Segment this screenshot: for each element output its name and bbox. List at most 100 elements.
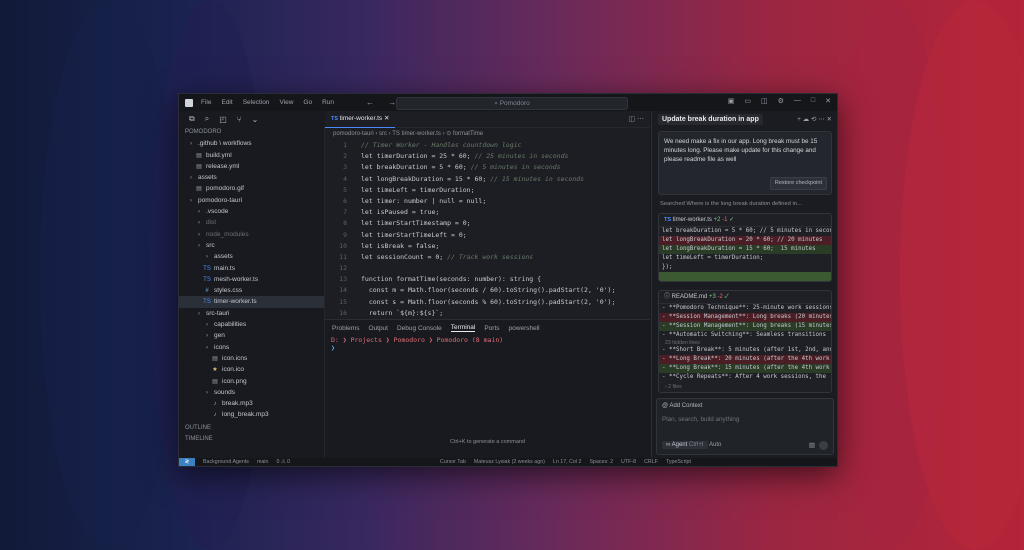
tree-item[interactable]: › .github \ workflows [179, 138, 324, 149]
timeline-section[interactable]: TIMELINE [179, 434, 324, 445]
agent-mode-shortcut: Ctrl+I [688, 442, 704, 448]
file-explorer: POMODORO › .github \ workflows ▤ build.yml ▤… [179, 127, 325, 458]
tree-item[interactable]: › assets [179, 172, 324, 183]
files-summary[interactable]: › 2 files [659, 382, 831, 392]
remote-icon[interactable]: ≷ [179, 458, 195, 466]
status-item[interactable]: Background Agents [203, 459, 249, 465]
close-icon[interactable]: ✕ [384, 115, 389, 122]
settings-icon[interactable]: ⚙ [778, 97, 784, 105]
close-icon[interactable]: ✕ [825, 97, 831, 105]
menu-run[interactable]: Run [322, 99, 334, 106]
tree-item[interactable]: ▤ pomodoro.gif [179, 183, 324, 194]
send-button[interactable] [819, 441, 828, 450]
panel-tab-problems[interactable]: Problems [332, 325, 359, 332]
panel-tab-ports[interactable]: Ports [484, 325, 499, 332]
folder-icon: › [198, 310, 200, 317]
tree-item[interactable]: › src-tauri [179, 308, 324, 319]
tab-timer-worker[interactable]: TS timer-worker.ts ✕ [325, 110, 396, 128]
tree-item[interactable]: TS mesh-worker.ts [179, 274, 324, 285]
line-number: 15 [339, 297, 347, 306]
tree-item[interactable]: › dist [179, 217, 324, 228]
tree-item[interactable]: # styles.css [179, 285, 324, 296]
bottom-panel: Problems Output Debug Console Terminal Ports… [325, 319, 650, 459]
tree-item[interactable]: › assets [179, 251, 324, 262]
panel-toggle-icon[interactable]: ▭ [744, 97, 751, 105]
agent-mode-select[interactable]: ∞ Agent Ctrl+I [662, 441, 708, 449]
diff-file-name: timer-worker.ts [672, 217, 712, 223]
editor-actions[interactable]: ◫ ⋯ [628, 115, 644, 123]
restore-checkpoint-button[interactable]: Restore checkpoint [769, 177, 827, 190]
layout-icon[interactable]: ▣ [728, 97, 735, 105]
code-area[interactable]: 1 // Timer Worker - Handles countdown log… [325, 140, 650, 341]
agent-actions[interactable]: + ☁ ⟲ ⋯ ✕ [797, 115, 832, 123]
menu-selection[interactable]: Selection [243, 99, 270, 106]
tree-item[interactable]: › capabilities [179, 319, 324, 330]
status-item[interactable]: 0 ⚠ 0 [276, 459, 290, 465]
minimize-icon[interactable]: — [794, 97, 801, 105]
panel-tab-powershell[interactable]: powershell [509, 325, 540, 332]
source-control-icon[interactable]: ⑂ [237, 115, 242, 124]
panel-tabs: Problems Output Debug Console Terminal Ports… [325, 320, 650, 336]
tree-item[interactable]: ♪ break.mp3 [179, 398, 324, 409]
code-editor: TS timer-worker.ts ✕ ◫ ⋯ pomodoro-tauri … [325, 110, 650, 339]
panel-tab-output[interactable]: Output [368, 325, 388, 332]
outline-section[interactable]: OUTLINE [179, 423, 324, 434]
tree-item-label: .github \ workflows [198, 140, 252, 148]
chat-input[interactable]: Plan, search, build anything [662, 416, 739, 423]
maximize-icon[interactable]: □ [811, 97, 815, 105]
explorer-icon[interactable]: ⧉ [189, 114, 195, 124]
diff-header[interactable]: ⓘ README.md +3 -2 ✓ [659, 291, 831, 304]
line-number: 10 [339, 241, 347, 250]
menu-view[interactable]: View [279, 99, 293, 106]
status-item[interactable]: Mateusz Lysiak (2 weeks ago) [474, 459, 545, 465]
status-item[interactable]: Spaces: 2 [589, 459, 613, 465]
tree-item-label: pomodoro-tauri [198, 196, 243, 204]
explorer-title: POMODORO [185, 129, 222, 135]
terminal[interactable]: D: ❯ Projects ❯ Pomodoro ❯ Pomodoro (8 m… [325, 336, 650, 352]
menu-file[interactable]: File [201, 99, 211, 106]
extensions-icon[interactable]: ◰ [219, 115, 227, 124]
menu-go[interactable]: Go [303, 99, 312, 106]
add-context-button[interactable]: @ Add Context [662, 403, 702, 409]
tree-item[interactable]: ▤ icon.icns [179, 353, 324, 364]
folder-icon: › [206, 333, 208, 340]
status-item[interactable]: UTF-8 [621, 459, 636, 465]
tree-item[interactable]: › icons [179, 342, 324, 353]
model-select[interactable]: Auto [709, 442, 721, 448]
tree-item[interactable]: › .vscode [179, 206, 324, 217]
tree-item[interactable]: TS timer-worker.ts [179, 296, 324, 308]
tree-item[interactable]: ▤ release.yml [179, 161, 324, 172]
panel-tab-terminal[interactable]: Terminal [450, 324, 476, 332]
split-icon[interactable]: ◫ [761, 97, 768, 105]
tree-item[interactable]: › node_modules [179, 229, 324, 240]
tree-item[interactable]: TS main.ts [179, 263, 324, 274]
tree-item[interactable]: ▤ icon.png [179, 376, 324, 387]
chevron-down-icon[interactable]: ⌄ [252, 115, 259, 124]
status-item[interactable]: Cursor Tab [440, 459, 466, 465]
tree-item[interactable]: › gen [179, 330, 324, 341]
status-item[interactable]: Ln 17, Col 2 [553, 459, 582, 465]
tree-item[interactable]: ★ icon.ico [179, 364, 324, 375]
status-item[interactable]: main [257, 459, 268, 465]
tree-item[interactable]: ▤ build.yml [179, 150, 324, 161]
search-icon[interactable]: ⌕ [205, 114, 209, 124]
tree-item[interactable]: › pomodoro-tauri [179, 195, 324, 206]
breadcrumb[interactable]: pomodoro-tauri › src › TS timer-worker.t… [325, 128, 650, 140]
tree-item[interactable]: ♪ long_break.mp3 [179, 409, 324, 420]
code-line: 10 let isBreak = false; [325, 241, 650, 252]
command-center[interactable]: ⌕ Pomodoro [396, 97, 628, 110]
user-message: We need make a fix in our app. Long brea… [658, 131, 832, 195]
panel-tab-debug-console[interactable]: Debug Console [397, 325, 442, 332]
folder-icon: › [190, 141, 192, 148]
diff-header[interactable]: TS timer-worker.ts +2 -1 ✓ [659, 214, 831, 227]
tree-item-label: .vscode [206, 208, 229, 216]
menu-edit[interactable]: Edit [221, 99, 232, 106]
status-item[interactable]: TypeScript [666, 459, 691, 465]
image-icon[interactable]: ▨ [809, 441, 815, 449]
tree-item[interactable]: › sounds [179, 387, 324, 398]
search-step[interactable]: Searched Where is the long break duratio… [660, 201, 830, 207]
line-number: 6 [343, 196, 347, 205]
agent-chat-title[interactable]: Update break duration in app [658, 113, 763, 125]
status-item[interactable]: CRLF [644, 459, 658, 465]
tree-item[interactable]: › src [179, 240, 324, 251]
